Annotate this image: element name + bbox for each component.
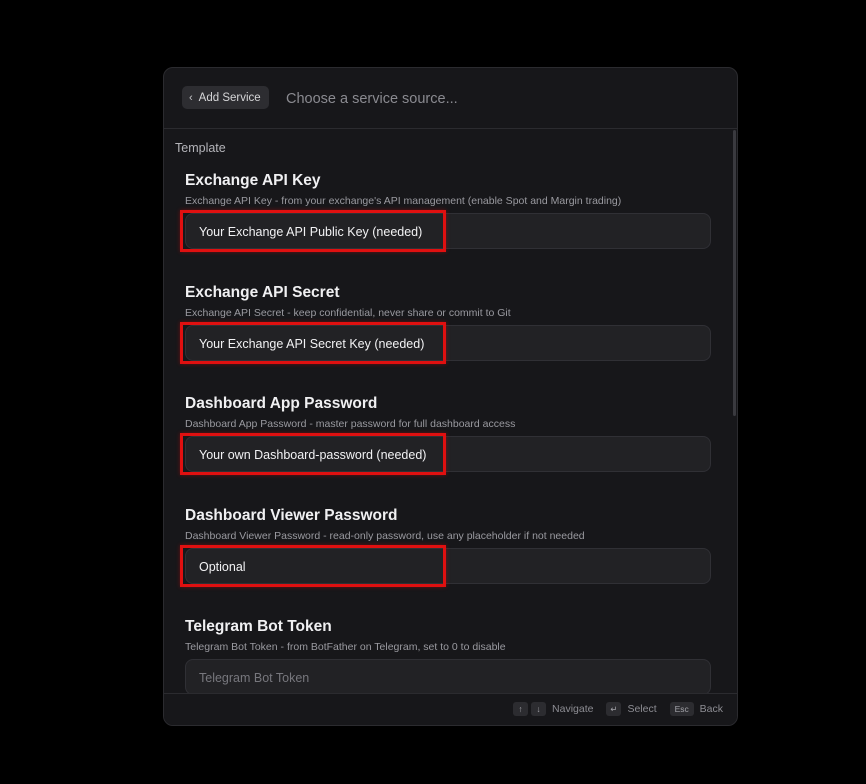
field-title: Telegram Bot Token bbox=[185, 618, 332, 635]
field-description: Exchange API Secret - keep confidential,… bbox=[185, 307, 511, 319]
telegram-bot-token-input-box bbox=[185, 659, 711, 694]
service-source-search-input[interactable] bbox=[284, 86, 708, 112]
field-exchange-api-key: Exchange API Key Exchange API Key - from… bbox=[180, 171, 711, 252]
field-telegram-bot-token: Telegram Bot Token Telegram Bot Token - … bbox=[185, 617, 711, 694]
esc-key-icon: Esc bbox=[669, 702, 694, 716]
enter-key-icon: ↵ bbox=[606, 702, 622, 716]
back-hint-label: Back bbox=[699, 703, 723, 715]
exchange-api-secret-input[interactable] bbox=[197, 326, 701, 362]
exchange-api-key-input-box bbox=[180, 210, 711, 252]
arrow-down-key-icon: ↓ bbox=[531, 702, 547, 716]
field-description: Telegram Bot Token - from BotFather on T… bbox=[185, 641, 506, 653]
field-dashboard-viewer-password: Dashboard Viewer Password Dashboard View… bbox=[180, 506, 711, 587]
field-title: Dashboard App Password bbox=[185, 395, 378, 412]
select-hint-label: Select bbox=[627, 703, 657, 715]
dashboard-viewer-password-input[interactable] bbox=[197, 549, 701, 585]
chevron-left-icon: ‹ bbox=[189, 91, 193, 104]
exchange-api-key-input[interactable] bbox=[197, 214, 701, 250]
field-title: Dashboard Viewer Password bbox=[185, 507, 398, 524]
keyboard-hints: ↑ ↓ Navigate ↵ Select Esc Back bbox=[513, 702, 723, 716]
template-form-scroll-area[interactable]: Template Exchange API Key Exchange API K… bbox=[164, 129, 737, 694]
dashboard-viewer-password-input-box bbox=[180, 545, 711, 587]
field-title: Exchange API Secret bbox=[185, 284, 340, 301]
field-exchange-api-secret: Exchange API Secret Exchange API Secret … bbox=[180, 283, 711, 364]
dashboard-app-password-input[interactable] bbox=[197, 437, 701, 473]
vertical-scrollbar[interactable] bbox=[733, 130, 736, 416]
keyboard-hints-footer: ↑ ↓ Navigate ↵ Select Esc Back bbox=[164, 693, 737, 725]
field-description: Dashboard App Password - master password… bbox=[185, 418, 516, 430]
arrow-up-key-icon: ↑ bbox=[513, 702, 529, 716]
add-service-back-button[interactable]: ‹ Add Service bbox=[182, 86, 269, 109]
field-title: Exchange API Key bbox=[185, 172, 321, 189]
navigate-hint-label: Navigate bbox=[552, 703, 594, 715]
dialog-header: ‹ Add Service bbox=[164, 68, 737, 129]
dashboard-app-password-input-box bbox=[180, 433, 711, 475]
field-description: Dashboard Viewer Password - read-only pa… bbox=[185, 530, 585, 542]
add-service-dialog: ‹ Add Service Template Exchange API Key … bbox=[163, 67, 738, 726]
section-label-template: Template bbox=[175, 141, 226, 155]
field-dashboard-app-password: Dashboard App Password Dashboard App Pas… bbox=[180, 394, 711, 475]
telegram-bot-token-input[interactable] bbox=[197, 660, 701, 694]
exchange-api-secret-input-box bbox=[180, 322, 711, 364]
back-button-label: Add Service bbox=[198, 91, 261, 104]
field-description: Exchange API Key - from your exchange's … bbox=[185, 195, 622, 207]
